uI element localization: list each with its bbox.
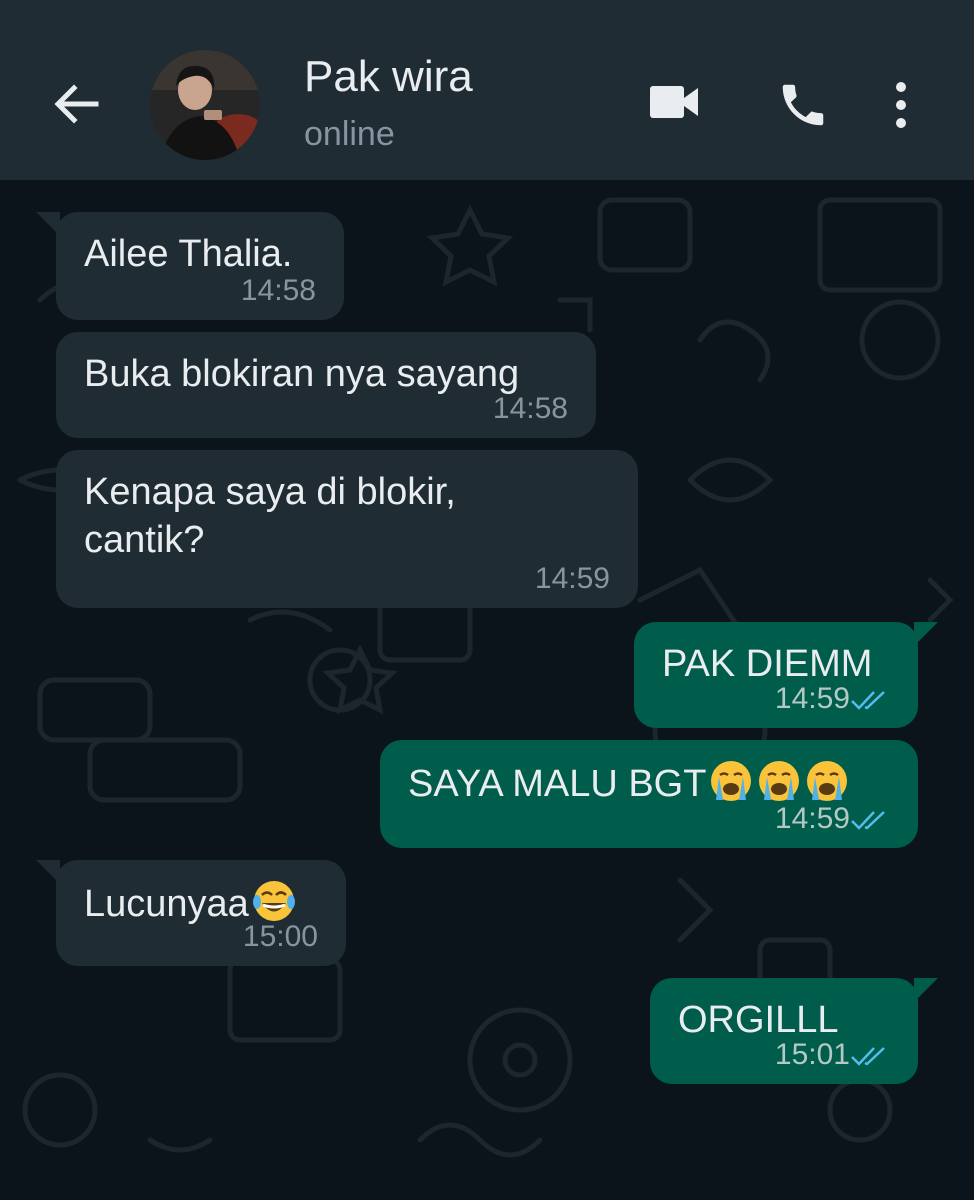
contact-name[interactable]: Pak wira: [304, 52, 473, 102]
message-meta: 14:59: [775, 682, 892, 716]
outgoing-message[interactable]: PAK DIEMM 14:59: [634, 622, 938, 728]
voice-call-icon[interactable]: [776, 78, 830, 132]
video-call-icon[interactable]: [648, 82, 700, 122]
message-time: 14:58: [492, 392, 568, 425]
message-time: 14:59: [774, 682, 850, 715]
more-options-icon[interactable]: [890, 80, 912, 130]
message-text-line: Kenapa saya di blokir,: [84, 471, 456, 513]
outgoing-message[interactable]: ORGILLL 15:01: [650, 978, 938, 1084]
message-time: 14:59: [774, 802, 850, 835]
incoming-message[interactable]: Buka blokiran nya sayang 14:58: [56, 332, 596, 438]
message-time: 15:01: [774, 1038, 850, 1071]
message-time: 15:00: [242, 920, 318, 953]
incoming-message[interactable]: Kenapa saya di blokir, cantik? 14:59: [56, 450, 638, 608]
bubble-tail: [914, 978, 938, 1002]
message-text: ORGILLL: [678, 999, 839, 1041]
message-meta: 14:59: [775, 802, 892, 836]
message-time: 14:58: [240, 274, 316, 307]
outgoing-message[interactable]: SAYA MALU BGT 14:59: [380, 740, 918, 848]
message-text: Lucunyaa: [84, 883, 249, 925]
back-arrow-icon[interactable]: [50, 78, 102, 130]
incoming-message[interactable]: Ailee Thalia. 14:58: [36, 212, 344, 320]
message-time: 14:59: [534, 562, 610, 595]
message-text-line: cantik?: [84, 519, 205, 561]
chat-header: Pak wira online: [0, 0, 974, 180]
loudly-crying-face-icon: [711, 761, 752, 801]
face-with-tears-of-joy-icon: [252, 881, 295, 921]
contact-avatar[interactable]: [150, 50, 260, 160]
loudly-crying-face-icon: [759, 761, 800, 801]
message-text: Ailee Thalia.: [84, 233, 293, 275]
loudly-crying-face-icon: [807, 761, 848, 801]
read-receipt-icon: [851, 691, 885, 710]
bubble-tail: [914, 622, 938, 646]
read-receipt-icon: [851, 811, 885, 830]
incoming-message[interactable]: Lucunyaa 15:00: [36, 860, 346, 966]
read-receipt-icon: [851, 1047, 885, 1066]
message-text-row: SAYA MALU BGT: [408, 758, 890, 808]
message-text: SAYA MALU BGT: [408, 763, 707, 805]
bubble-tail: [36, 212, 60, 236]
bubble-tail: [36, 860, 60, 884]
message-meta: 15:01: [775, 1038, 892, 1072]
message-text: PAK DIEMM: [662, 643, 873, 685]
message-text: Buka blokiran nya sayang: [84, 353, 520, 395]
contact-status: online: [304, 115, 395, 153]
